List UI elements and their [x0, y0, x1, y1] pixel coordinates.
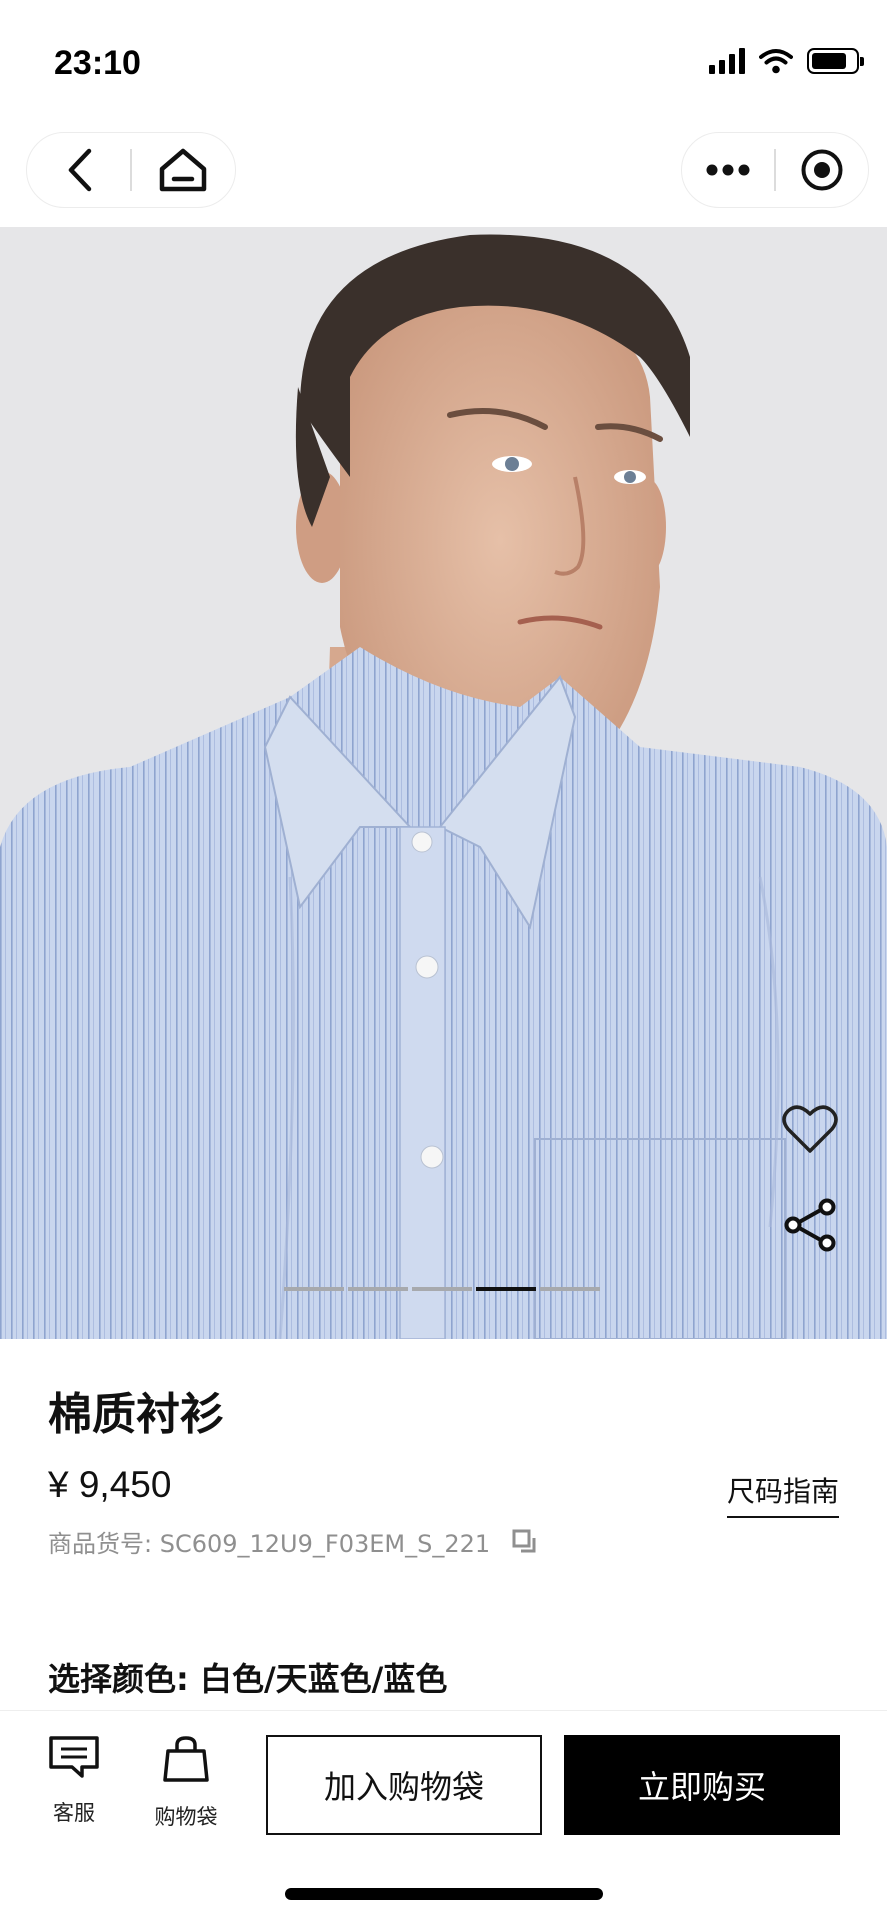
- cellular-signal-icon: [709, 48, 745, 74]
- chevron-left-icon: [68, 148, 91, 192]
- gallery-indicator-active[interactable]: [476, 1287, 536, 1291]
- size-guide-link[interactable]: 尺码指南: [726, 1470, 839, 1518]
- target-circle-icon: [801, 149, 843, 191]
- more-button[interactable]: [682, 133, 774, 207]
- more-dots-icon: [706, 164, 750, 176]
- gallery-indicators: [284, 1287, 600, 1291]
- customer-service-button[interactable]: 客服: [24, 1735, 124, 1827]
- share-button[interactable]: [778, 1193, 842, 1257]
- sku-row: 商品货号: SC609_12U9_F03EM_S_221: [48, 1524, 538, 1559]
- gallery-indicator[interactable]: [412, 1287, 472, 1291]
- product-image-gallery[interactable]: [0, 227, 887, 1339]
- heart-icon: [782, 1105, 838, 1153]
- home-button[interactable]: [132, 133, 235, 207]
- favorite-button[interactable]: [778, 1097, 842, 1161]
- status-icons: [709, 48, 864, 74]
- add-to-bag-button[interactable]: 加入购物袋: [266, 1735, 542, 1835]
- product-title: 棉质衬衫: [48, 1389, 224, 1440]
- battery-icon: [807, 48, 864, 74]
- home-indicator[interactable]: [285, 1888, 603, 1900]
- shopping-bag-label: 购物袋: [154, 1805, 218, 1829]
- shopping-bag-button[interactable]: 购物袋: [136, 1735, 236, 1831]
- status-bar: 23:10: [0, 0, 887, 120]
- product-price: ¥ 9,450: [48, 1464, 172, 1505]
- customer-service-label: 客服: [53, 1801, 95, 1825]
- gallery-indicator[interactable]: [348, 1287, 408, 1291]
- nav-left-capsule: [26, 132, 236, 208]
- gallery-indicator[interactable]: [284, 1287, 344, 1291]
- copy-icon[interactable]: [512, 1529, 538, 1555]
- close-miniprogram-button[interactable]: [776, 133, 868, 207]
- share-icon: [784, 1198, 836, 1252]
- home-icon: [160, 148, 207, 192]
- shopping-bag-icon: [163, 1736, 209, 1782]
- wifi-icon: [759, 49, 793, 74]
- back-button[interactable]: [27, 133, 130, 207]
- gallery-indicator[interactable]: [540, 1287, 600, 1291]
- nav-right-capsule: [681, 132, 869, 208]
- chat-icon: [49, 1736, 99, 1778]
- product-photo: [0, 234, 887, 1339]
- color-selector-label[interactable]: 选择颜色: 白色/天蓝色/蓝色: [48, 1654, 447, 1700]
- product-sku: 商品货号: SC609_12U9_F03EM_S_221: [48, 1530, 491, 1558]
- buy-now-button[interactable]: 立即购买: [564, 1735, 840, 1835]
- status-time: 23:10: [54, 44, 141, 82]
